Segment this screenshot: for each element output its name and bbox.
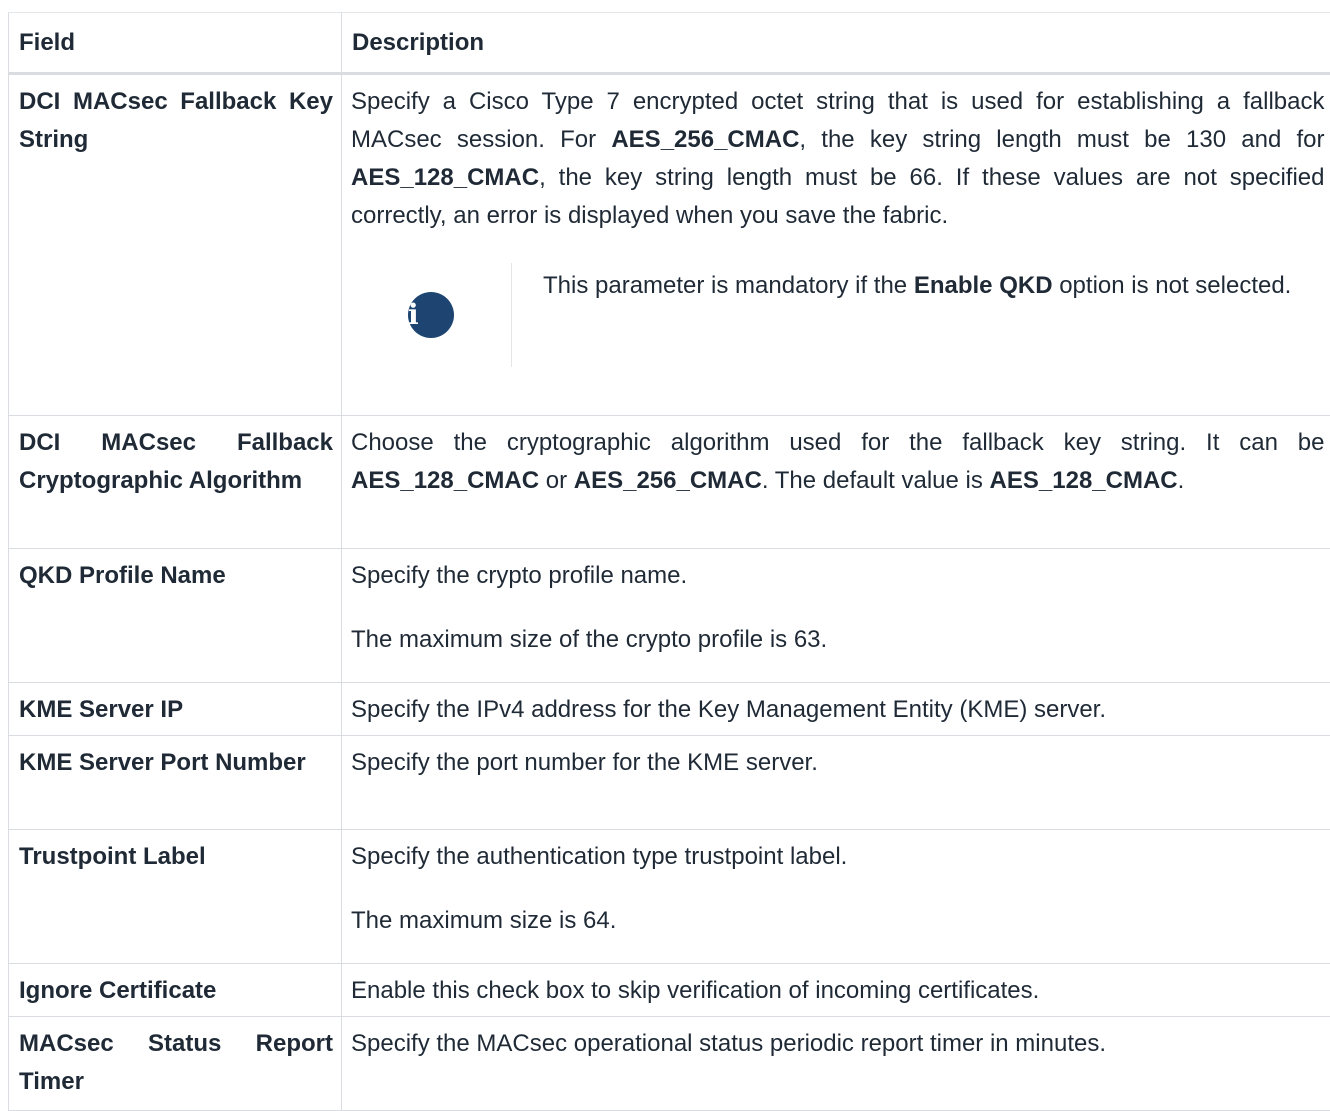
table-row: DCI MACsec Fallback Cryptographic Algori… <box>9 416 1330 549</box>
text-run: This parameter is mandatory if the <box>543 272 914 299</box>
text-run-bold: AES_128_CMAC <box>351 467 539 494</box>
field-name: Trustpoint Label <box>9 830 342 964</box>
field-description: Choose the cryptographic algorithm used … <box>342 416 1330 549</box>
description-text: Specify the crypto profile name. <box>351 557 1325 595</box>
description-text: Specify a Cisco Type 7 encrypted octet s… <box>351 83 1325 235</box>
text-run: Enable this check box to skip verificati… <box>351 977 1039 1004</box>
description-text: Choose the cryptographic algorithm used … <box>351 424 1325 500</box>
field-description: Specify the port number for the KME serv… <box>342 736 1330 830</box>
text-run: or <box>539 467 574 494</box>
field-name: KME Server IP <box>9 683 342 736</box>
field-description: Specify the IPv4 address for the Key Man… <box>342 683 1330 736</box>
table-row: KME Server Port Number Specify the port … <box>9 736 1330 830</box>
note-callout: i This parameter is mandatory if the Ena… <box>351 263 1325 367</box>
text-run: Specify the authentication type trustpoi… <box>351 843 847 870</box>
field-name: QKD Profile Name <box>9 549 342 683</box>
info-icon: i <box>408 292 454 338</box>
text-run: Specify the MACsec operational status pe… <box>351 1030 1106 1057</box>
field-name: DCI MACsec Fallback Key String <box>9 74 342 416</box>
table-row: QKD Profile Name Specify the crypto prof… <box>9 549 1330 683</box>
text-run-bold: AES_128_CMAC <box>351 164 539 191</box>
note-icon-column: i <box>351 263 512 367</box>
header-field: Field <box>9 13 342 74</box>
text-run: Specify the crypto profile name. <box>351 562 687 589</box>
text-run-bold: AES_256_CMAC <box>574 467 762 494</box>
text-run: . The default value is <box>762 467 990 494</box>
field-description: Specify the authentication type trustpoi… <box>342 830 1330 964</box>
field-name: MACsec Status Report Timer <box>9 1017 342 1111</box>
table-row: MACsec Status Report Timer Specify the M… <box>9 1017 1330 1111</box>
field-description: Enable this check box to skip verificati… <box>342 964 1330 1017</box>
field-name: KME Server Port Number <box>9 736 342 830</box>
header-description: Description <box>342 13 1330 74</box>
table-row: DCI MACsec Fallback Key String Specify a… <box>9 74 1330 416</box>
table-header-row: Field Description <box>9 13 1330 74</box>
table-row: Ignore Certificate Enable this check box… <box>9 964 1330 1017</box>
description-text: Specify the IPv4 address for the Key Man… <box>351 691 1325 729</box>
text-run: Choose the cryptographic algorithm used … <box>351 429 1325 456</box>
description-text: The maximum size of the crypto profile i… <box>351 621 1325 659</box>
text-run: . <box>1178 467 1185 494</box>
text-run: option is not selected. <box>1053 272 1292 299</box>
text-run: Specify the IPv4 address for the Key Man… <box>351 696 1106 723</box>
text-run: , the key string length must be 130 and … <box>799 126 1324 153</box>
text-run: The maximum size is 64. <box>351 907 616 934</box>
text-run: The maximum size of the crypto profile i… <box>351 626 827 653</box>
field-description-table: Field Description DCI MACsec Fallback Ke… <box>8 12 1330 1111</box>
table-row: Trustpoint Label Specify the authenticat… <box>9 830 1330 964</box>
field-description: Specify the MACsec operational status pe… <box>342 1017 1330 1111</box>
description-text: Specify the MACsec operational status pe… <box>351 1025 1325 1063</box>
description-text: Specify the authentication type trustpoi… <box>351 838 1325 876</box>
field-name: Ignore Certificate <box>9 964 342 1017</box>
text-run-bold: AES_256_CMAC <box>611 126 799 153</box>
text-run: Specify the port number for the KME serv… <box>351 749 818 776</box>
description-text: Specify the port number for the KME serv… <box>351 744 1325 782</box>
description-text: The maximum size is 64. <box>351 902 1325 940</box>
field-description: Specify a Cisco Type 7 encrypted octet s… <box>342 74 1330 416</box>
field-name: DCI MACsec Fallback Cryptographic Algori… <box>9 416 342 549</box>
description-text: Enable this check box to skip verificati… <box>351 972 1325 1010</box>
text-run-bold: AES_128_CMAC <box>990 467 1178 494</box>
text-run-bold: Enable QKD <box>914 272 1053 299</box>
field-description: Specify the crypto profile name. The max… <box>342 549 1330 683</box>
table-row: KME Server IP Specify the IPv4 address f… <box>9 683 1330 736</box>
note-text: This parameter is mandatory if the Enabl… <box>512 263 1325 367</box>
